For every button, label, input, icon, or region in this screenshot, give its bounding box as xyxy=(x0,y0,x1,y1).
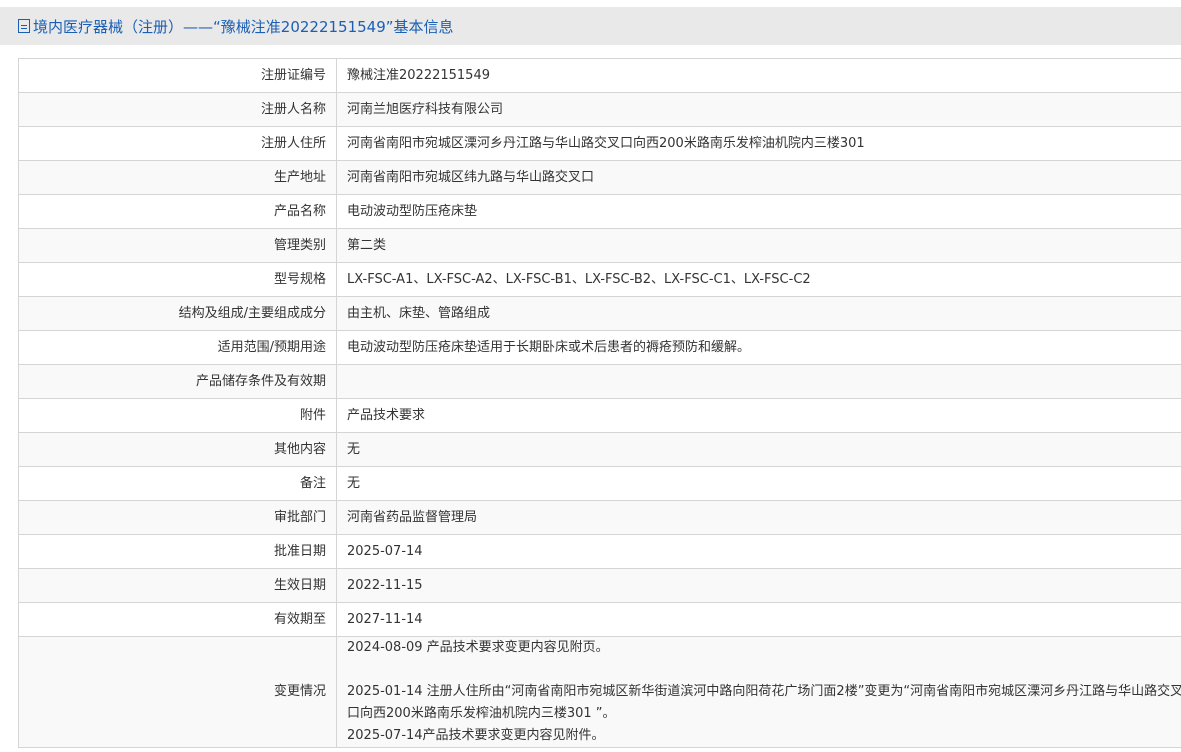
row-value: 无 xyxy=(336,466,1181,501)
table-row: 适用范围/预期用途 电动波动型防压疮床垫适用于长期卧床或术后患者的褥疮预防和缓解。 xyxy=(18,330,1181,365)
table-row: 注册证编号 豫械注准20222151549 xyxy=(18,58,1181,93)
row-value xyxy=(336,364,1181,399)
row-label: 变更情况 xyxy=(18,636,337,748)
table-row: 其他内容无 xyxy=(18,432,1181,467)
row-value: 无 xyxy=(336,432,1181,467)
row-label: 结构及组成/主要组成成分 xyxy=(18,296,337,331)
row-value: 河南兰旭医疗科技有限公司 xyxy=(336,92,1181,127)
row-value: 豫械注准20222151549 xyxy=(336,58,1181,93)
row-value: 2027-11-14 xyxy=(336,602,1181,637)
table-row: 结构及组成/主要组成成分 由主机、床垫、管路组成 xyxy=(18,296,1181,331)
row-label: 其他内容 xyxy=(18,432,337,467)
table-row: 注册人住所 河南省南阳市宛城区溧河乡丹江路与华山路交叉口向西200米路南乐发榨油机… xyxy=(18,126,1181,161)
row-label: 注册人住所 xyxy=(18,126,337,161)
row-value: 电动波动型防压疮床垫 xyxy=(336,194,1181,229)
table-row: 注册人名称 河南兰旭医疗科技有限公司 xyxy=(18,92,1181,127)
table-row: 附件 产品技术要求 xyxy=(18,398,1181,433)
table-row: 批准日期 2025-07-14 xyxy=(18,534,1181,569)
row-label: 注册人名称 xyxy=(18,92,337,127)
page-title: 境内医疗器械（注册）——“豫械注准20222151549”基本信息 xyxy=(33,17,454,36)
row-value: 电动波动型防压疮床垫适用于长期卧床或术后患者的褥疮预防和缓解。 xyxy=(336,330,1181,365)
row-value: 河南省药品监督管理局 xyxy=(336,500,1181,535)
row-label: 管理类别 xyxy=(18,228,337,263)
table-row: 型号规格 LX-FSC-A1、LX-FSC-A2、LX-FSC-B1、LX-FSC… xyxy=(18,262,1181,297)
row-value: 由主机、床垫、管路组成 xyxy=(336,296,1181,331)
table-row-changes: 变更情况 2024-08-09 产品技术要求变更内容见附页。 2025-01-1… xyxy=(18,636,1181,748)
change-entry: 2024-08-09 产品技术要求变更内容见附页。 xyxy=(347,640,609,655)
row-label: 型号规格 xyxy=(18,262,337,297)
row-label: 注册证编号 xyxy=(18,58,337,93)
row-value: 产品技术要求 xyxy=(336,398,1181,433)
row-value-changes: 2024-08-09 产品技术要求变更内容见附页。 2025-01-14 注册人… xyxy=(336,636,1181,748)
row-label: 适用范围/预期用途 xyxy=(18,330,337,365)
row-value: 2025-07-14 xyxy=(336,534,1181,569)
row-label: 产品名称 xyxy=(18,194,337,229)
row-label: 批准日期 xyxy=(18,534,337,569)
row-label: 审批部门 xyxy=(18,500,337,535)
row-value: 第二类 xyxy=(336,228,1181,263)
table-row: 有效期至 2027-11-14 xyxy=(18,602,1181,637)
change-entry: 2025-07-14产品技术要求变更内容见附件。 xyxy=(347,728,605,743)
row-label: 产品储存条件及有效期 xyxy=(18,364,337,399)
row-value: 河南省南阳市宛城区纬九路与华山路交叉口 xyxy=(336,160,1181,195)
table-row: 生效日期 2022-11-15 xyxy=(18,568,1181,603)
table-row: 审批部门 河南省药品监督管理局 xyxy=(18,500,1181,535)
table-row: 生产地址 河南省南阳市宛城区纬九路与华山路交叉口 xyxy=(18,160,1181,195)
change-entry: 2025-01-14 注册人住所由“河南省南阳市宛城区新华街道滨河中路向阳荷花广… xyxy=(347,684,1181,721)
table-row: 产品储存条件及有效期 xyxy=(18,364,1181,399)
page-header: 境内医疗器械（注册）——“豫械注准20222151549”基本信息 xyxy=(0,7,1181,45)
row-value: 2022-11-15 xyxy=(336,568,1181,603)
row-label: 有效期至 xyxy=(18,602,337,637)
row-value: LX-FSC-A1、LX-FSC-A2、LX-FSC-B1、LX-FSC-B2、… xyxy=(336,262,1181,297)
row-label: 备注 xyxy=(18,466,337,501)
table-row: 备注无 xyxy=(18,466,1181,501)
info-table: 注册证编号 豫械注准20222151549 注册人名称 河南兰旭医疗科技有限公司 注册人… xyxy=(18,58,1181,748)
row-label: 生效日期 xyxy=(18,568,337,603)
document-icon xyxy=(18,19,30,33)
row-value: 河南省南阳市宛城区溧河乡丹江路与华山路交叉口向西200米路南乐发榨油机院内三楼3… xyxy=(336,126,1181,161)
table-row: 管理类别 第二类 xyxy=(18,228,1181,263)
row-label: 附件 xyxy=(18,398,337,433)
row-label: 生产地址 xyxy=(18,160,337,195)
table-row: 产品名称 电动波动型防压疮床垫 xyxy=(18,194,1181,229)
